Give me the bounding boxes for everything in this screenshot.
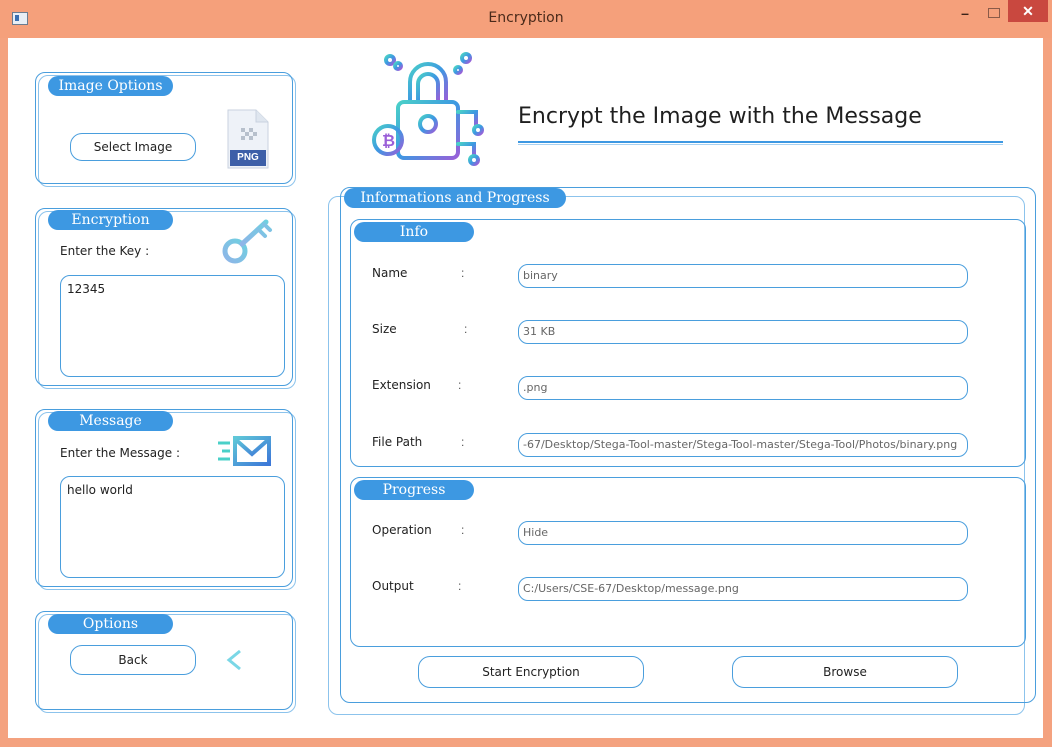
file-path-label: File Path [372,435,423,449]
progress-tab: Progress [354,480,474,500]
message-input[interactable]: hello world [60,476,285,578]
window-title: Encryption [488,10,564,26]
png-file-icon: PNG [226,108,270,170]
back-arrow-icon[interactable] [224,648,284,672]
name-label: Name [372,266,408,280]
maximize-button[interactable] [983,2,1005,24]
file-path-colon: : [461,435,465,449]
image-options-tab: Image Options [48,76,173,96]
window-client-area: Image Options Select Image PNG Encryptio… [8,38,1043,738]
title-underline [518,141,1003,143]
svg-text:₿: ₿ [382,131,395,150]
message-label: Enter the Message : [60,446,180,460]
close-button[interactable]: ✕ [1008,0,1048,22]
output-colon: : [458,579,462,593]
message-tab: Message [48,411,173,431]
start-encryption-button[interactable]: Start Encryption [418,656,644,688]
size-colon: : [464,322,468,336]
output-field[interactable]: C:/Users/CSE-67/Desktop/message.png [518,577,968,601]
operation-label: Operation [372,523,432,537]
operation-field[interactable]: Hide [518,521,968,545]
size-field[interactable]: 31 KB [518,320,968,344]
back-button[interactable]: Back [70,645,196,675]
page-title: Encrypt the Image with the Message [518,104,922,129]
browse-button[interactable]: Browse [732,656,958,688]
key-input[interactable]: 12345 [60,275,285,377]
mail-icon [216,434,272,468]
encryption-tab: Encryption [48,210,173,230]
size-label: Size [372,322,397,336]
key-label: Enter the Key : [60,244,150,258]
title-bar: Encryption – ✕ [0,0,1052,38]
extension-field[interactable]: .png [518,376,968,400]
info-progress-tab: Informations and Progress [344,188,566,208]
minimize-button[interactable]: – [955,2,975,24]
security-lock-icon: ₿ [368,52,488,174]
info-tab: Info [354,222,474,242]
output-label: Output [372,579,414,593]
progress-panel [350,477,1026,647]
file-path-field[interactable]: -67/Desktop/Stega-Tool-master/Stega-Tool… [518,433,968,457]
png-badge-label: PNG [237,152,259,163]
key-icon [222,218,274,264]
extension-colon: : [458,378,462,392]
options-tab: Options [48,614,173,634]
operation-colon: : [461,523,465,537]
name-colon: : [461,266,465,280]
name-field[interactable]: binary [518,264,968,288]
extension-label: Extension [372,378,431,392]
select-image-button[interactable]: Select Image [70,133,196,161]
title-underline-shadow [518,144,1003,145]
